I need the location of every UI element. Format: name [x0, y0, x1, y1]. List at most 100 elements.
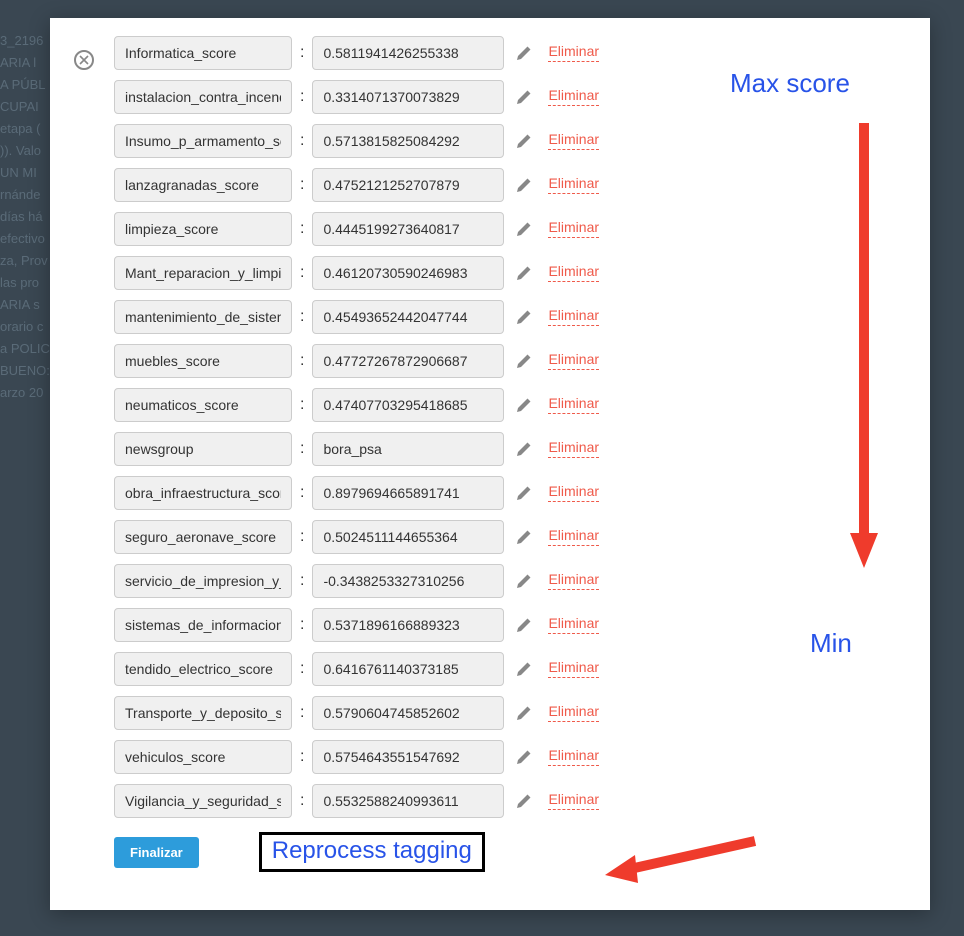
- delete-link[interactable]: Eliminar: [548, 484, 599, 501]
- field-row: : Eliminar: [114, 696, 906, 730]
- field-value-input[interactable]: [312, 520, 504, 554]
- pencil-icon[interactable]: [516, 265, 532, 281]
- colon-separator: :: [300, 396, 304, 414]
- delete-link[interactable]: Eliminar: [548, 220, 599, 237]
- pencil-icon[interactable]: [516, 397, 532, 413]
- field-key-input[interactable]: [114, 696, 292, 730]
- colon-separator: :: [300, 748, 304, 766]
- field-row: : Eliminar: [114, 124, 906, 158]
- pencil-icon[interactable]: [516, 309, 532, 325]
- field-value-input[interactable]: [312, 124, 504, 158]
- field-row: :Eliminar: [114, 476, 906, 510]
- field-key-input[interactable]: [114, 212, 292, 246]
- delete-link[interactable]: Eliminar: [548, 440, 599, 457]
- colon-separator: :: [300, 308, 304, 326]
- field-key-input[interactable]: [114, 36, 292, 70]
- delete-link[interactable]: Eliminar: [548, 176, 599, 193]
- delete-link[interactable]: Eliminar: [548, 792, 599, 809]
- field-value-input[interactable]: [312, 80, 504, 114]
- colon-separator: :: [300, 572, 304, 590]
- delete-link[interactable]: Eliminar: [548, 660, 599, 677]
- field-row: :Eliminar: [114, 36, 906, 70]
- pencil-icon[interactable]: [516, 617, 532, 633]
- pencil-icon[interactable]: [516, 133, 532, 149]
- field-row: :Eliminar: [114, 784, 906, 818]
- field-value-input[interactable]: [312, 256, 504, 290]
- delete-link[interactable]: Eliminar: [548, 748, 599, 765]
- app-background: 3_2196 ARIA l A PÚBL CUPAI etapa ( )). V…: [0, 0, 964, 936]
- field-row: : Eliminar: [114, 388, 906, 422]
- field-key-input[interactable]: [114, 432, 292, 466]
- colon-separator: :: [300, 220, 304, 238]
- delete-link[interactable]: Eliminar: [548, 264, 599, 281]
- pencil-icon[interactable]: [516, 661, 532, 677]
- delete-link[interactable]: Eliminar: [548, 44, 599, 61]
- field-row: :Eliminar: [114, 80, 906, 114]
- field-value-input[interactable]: [312, 432, 504, 466]
- field-value-input[interactable]: [312, 344, 504, 378]
- field-key-input[interactable]: [114, 300, 292, 334]
- field-row: :Eliminar: [114, 344, 906, 378]
- close-button[interactable]: [74, 50, 94, 70]
- pencil-icon[interactable]: [516, 89, 532, 105]
- field-value-input[interactable]: [312, 476, 504, 510]
- fields-list: : Eliminar: Eliminar: Eliminar: Eliminar: Eli…: [114, 36, 906, 818]
- pencil-icon[interactable]: [516, 793, 532, 809]
- field-row: : Eliminar: [114, 740, 906, 774]
- pencil-icon[interactable]: [516, 529, 532, 545]
- field-key-input[interactable]: [114, 740, 292, 774]
- field-value-input[interactable]: [312, 168, 504, 202]
- finalize-button[interactable]: Finalizar: [114, 837, 199, 868]
- field-value-input[interactable]: [312, 36, 504, 70]
- field-key-input[interactable]: [114, 80, 292, 114]
- delete-link[interactable]: Eliminar: [548, 616, 599, 633]
- field-row: : Eliminar: [114, 608, 906, 642]
- pencil-icon[interactable]: [516, 45, 532, 61]
- delete-link[interactable]: Eliminar: [548, 572, 599, 589]
- field-key-input[interactable]: [114, 608, 292, 642]
- colon-separator: :: [300, 704, 304, 722]
- pencil-icon[interactable]: [516, 573, 532, 589]
- colon-separator: :: [300, 176, 304, 194]
- field-key-input[interactable]: [114, 256, 292, 290]
- field-value-input[interactable]: [312, 608, 504, 642]
- delete-link[interactable]: Eliminar: [548, 528, 599, 545]
- field-key-input[interactable]: [114, 344, 292, 378]
- field-value-input[interactable]: [312, 300, 504, 334]
- delete-link[interactable]: Eliminar: [548, 132, 599, 149]
- pencil-icon[interactable]: [516, 749, 532, 765]
- field-value-input[interactable]: [312, 784, 504, 818]
- pencil-icon[interactable]: [516, 221, 532, 237]
- pencil-icon[interactable]: [516, 353, 532, 369]
- field-value-input[interactable]: [312, 740, 504, 774]
- field-value-input[interactable]: [312, 388, 504, 422]
- colon-separator: :: [300, 616, 304, 634]
- field-row: : Eliminar: [114, 212, 906, 246]
- field-key-input[interactable]: [114, 784, 292, 818]
- field-key-input[interactable]: [114, 124, 292, 158]
- field-value-input[interactable]: [312, 652, 504, 686]
- colon-separator: :: [300, 132, 304, 150]
- modal-scroll-area[interactable]: : Eliminar: Eliminar: Eliminar: Eliminar: Eli…: [50, 18, 930, 910]
- field-key-input[interactable]: [114, 168, 292, 202]
- reprocess-tagging-annotation: Reprocess tagging: [259, 832, 485, 872]
- pencil-icon[interactable]: [516, 177, 532, 193]
- pencil-icon[interactable]: [516, 485, 532, 501]
- pencil-icon[interactable]: [516, 705, 532, 721]
- close-icon: [79, 55, 89, 65]
- field-value-input[interactable]: [312, 212, 504, 246]
- field-key-input[interactable]: [114, 652, 292, 686]
- colon-separator: :: [300, 264, 304, 282]
- field-key-input[interactable]: [114, 520, 292, 554]
- delete-link[interactable]: Eliminar: [548, 352, 599, 369]
- field-key-input[interactable]: [114, 476, 292, 510]
- field-key-input[interactable]: [114, 388, 292, 422]
- field-value-input[interactable]: [312, 696, 504, 730]
- delete-link[interactable]: Eliminar: [548, 88, 599, 105]
- delete-link[interactable]: Eliminar: [548, 396, 599, 413]
- delete-link[interactable]: Eliminar: [548, 308, 599, 325]
- pencil-icon[interactable]: [516, 441, 532, 457]
- delete-link[interactable]: Eliminar: [548, 704, 599, 721]
- field-value-input[interactable]: [312, 564, 504, 598]
- field-key-input[interactable]: [114, 564, 292, 598]
